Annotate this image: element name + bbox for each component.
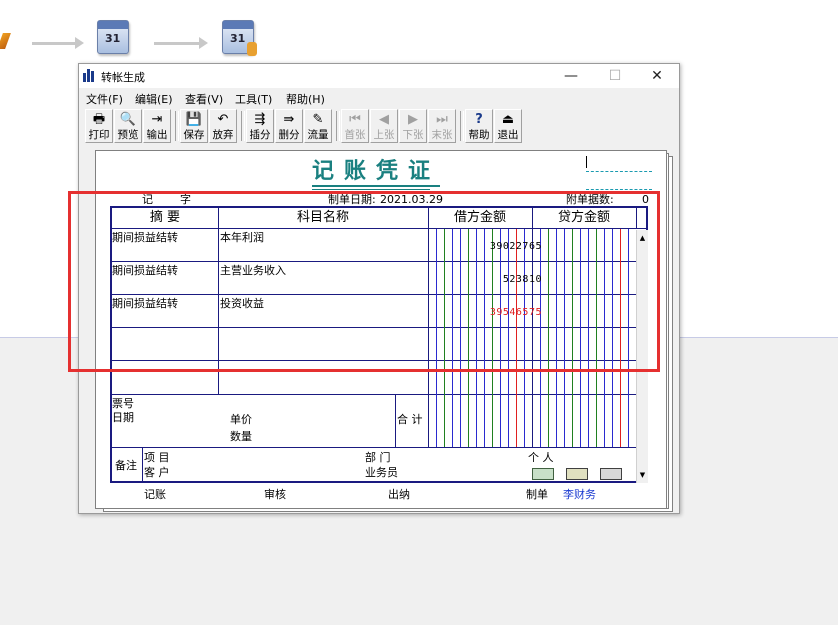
entry-subject[interactable]: 投资收益 (220, 297, 264, 310)
print-button[interactable]: 🖶 打印 (85, 109, 113, 143)
menu-bar: 文件(F) 编辑(E) 查看(V) 工具(T) 帮助(H) (79, 88, 679, 107)
entry-debit-amount[interactable]: 39022765 (490, 241, 542, 252)
entry-debit-amount[interactable]: 523810 (503, 274, 542, 285)
delete-entry-button[interactable]: ⇛ 删分 (275, 109, 303, 143)
exit-icon: ⏏ (501, 112, 515, 127)
subject-column-header: 科目名称 (296, 210, 349, 225)
auxiliary-icon[interactable] (532, 468, 554, 480)
review-label: 审核 (264, 488, 286, 501)
auxiliary-icon[interactable] (566, 468, 588, 480)
dashed-line (586, 189, 652, 190)
amount-digit-grid (436, 229, 629, 447)
voucher-header: 记 字 制单日期: 2021.03.29 附单据数: 0 (140, 193, 656, 206)
department-label: 部 门 (365, 451, 391, 464)
hand-icon (247, 42, 257, 56)
total-label: 合 计 (397, 413, 423, 426)
entry-summary[interactable]: 期间损益结转 (112, 297, 178, 310)
output-button[interactable]: ⇥ 输出 (143, 109, 171, 143)
unit-price-label: 单价 (230, 413, 252, 426)
save-button[interactable]: 💾 保存 (180, 109, 208, 143)
ticket-date-label: 日期 (112, 411, 134, 424)
app-icon (83, 69, 96, 82)
insert-entry-button[interactable]: ⇶ 插分 (246, 109, 274, 143)
date-label: 制单日期: (328, 193, 376, 206)
customer-label: 客 户 (144, 466, 170, 479)
auxiliary-icon[interactable] (600, 468, 622, 480)
menu-view[interactable]: 查看(V) (185, 91, 223, 107)
title-bar[interactable]: 转帐生成 — ☐ ✕ (79, 64, 679, 88)
voucher-title: 记账凭证 (312, 157, 441, 190)
dashed-line (586, 171, 652, 172)
bookkeeping-label: 记账 (144, 488, 166, 501)
previous-icon: ◀ (379, 112, 389, 127)
first-voucher-button[interactable]: ⏮ 首张 (341, 109, 369, 143)
preview-icon: 🔍 (119, 112, 137, 127)
calendar-icon[interactable]: 31 (97, 20, 129, 54)
preview-button[interactable]: 🔍 预览 (114, 109, 142, 143)
exit-button[interactable]: ⏏ 退出 (494, 109, 522, 143)
minimize-button[interactable]: — (549, 64, 593, 88)
next-icon: ▶ (408, 112, 418, 127)
credit-column-header: 贷方金额 (557, 210, 610, 225)
project-label: 项 目 (144, 451, 170, 464)
menu-file[interactable]: 文件(F) (86, 91, 123, 107)
entry-debit-amount[interactable]: 39546575 (490, 307, 542, 318)
debit-column-header: 借方金额 (453, 210, 506, 225)
scroll-up-icon[interactable]: ▲ (637, 232, 648, 244)
close-button[interactable]: ✕ (635, 64, 679, 88)
scroll-down-icon[interactable]: ▼ (637, 469, 648, 481)
flow-arrow-icon (154, 37, 208, 49)
toolbar: 🖶 打印 🔍 预览 ⇥ 输出 💾 保存 ↶ 放弃 ⇶ 插分 ⇛ 删分 ✎ 流量 ⏮ 首张 ◀ 上张 … (79, 107, 679, 147)
voucher-entries-table: 摘 要 科目名称 借方金额 贷方金额 期间损益结转 本年利润 39022765 … (110, 206, 648, 483)
cashier-label: 出纳 (388, 488, 410, 501)
summary-column-header: 摘 要 (149, 210, 181, 225)
person-label: 个 人 (528, 451, 554, 464)
attachments-count[interactable]: 0 (642, 193, 649, 206)
ticket-number-label: 票号 (112, 397, 134, 410)
cash-flow-button[interactable]: ✎ 流量 (304, 109, 332, 143)
voucher-page: 记账凭证 记 字 制单日期: 2021.03.29 附单据数: 0 摘 要 科目… (95, 150, 667, 509)
first-icon: ⏮ (349, 112, 361, 127)
menu-help[interactable]: 帮助(H) (286, 91, 325, 107)
delete-icon: ⇛ (283, 112, 295, 127)
voucher-type[interactable]: 记 (142, 193, 153, 206)
undo-icon: ↶ (217, 112, 229, 127)
entries-scrollbar[interactable]: ▲ ▼ (636, 230, 648, 483)
menu-edit[interactable]: 编辑(E) (135, 91, 173, 107)
maximize-button[interactable]: ☐ (593, 64, 637, 88)
save-icon: 💾 (185, 112, 203, 127)
maker-label: 制单 (526, 488, 548, 501)
flow-arrow-icon (32, 37, 84, 49)
help-icon: ? (475, 112, 483, 127)
attachments-label: 附单据数: (566, 193, 614, 206)
help-button[interactable]: ? 帮助 (465, 109, 493, 143)
entry-summary[interactable]: 期间损益结转 (112, 264, 178, 277)
next-voucher-button[interactable]: ▶ 下张 (399, 109, 427, 143)
salesman-label: 业务员 (365, 466, 398, 479)
grid-line (142, 447, 143, 481)
entry-subject[interactable]: 本年利润 (220, 231, 264, 244)
text-cursor (586, 156, 587, 168)
insert-icon: ⇶ (254, 112, 266, 127)
entry-subject[interactable]: 主营业务收入 (220, 264, 286, 277)
entry-summary[interactable]: 期间损益结转 (112, 231, 178, 244)
quantity-label: 数量 (230, 430, 252, 443)
menu-tools[interactable]: 工具(T) (235, 91, 272, 107)
window-title: 转帐生成 (101, 71, 145, 84)
last-voucher-button[interactable]: ⏭ 末张 (428, 109, 456, 143)
previous-voucher-button[interactable]: ◀ 上张 (370, 109, 398, 143)
grid-line (636, 208, 637, 228)
last-icon: ⏭ (436, 112, 448, 127)
grid-line (112, 447, 636, 448)
printer-icon: 🖶 (92, 112, 106, 127)
voucher-number-label: 字 (180, 193, 191, 206)
output-icon: ⇥ (151, 112, 163, 127)
remarks-label: 备注 (115, 459, 137, 472)
transfer-generation-window: 转帐生成 — ☐ ✕ 文件(F) 编辑(E) 查看(V) 工具(T) 帮助(H)… (78, 63, 680, 514)
discard-button[interactable]: ↶ 放弃 (209, 109, 237, 143)
maker-name: 李财务 (563, 488, 596, 501)
voucher-date[interactable]: 2021.03.29 (380, 193, 443, 206)
pencil-edit-icon: ✎ (312, 112, 324, 127)
